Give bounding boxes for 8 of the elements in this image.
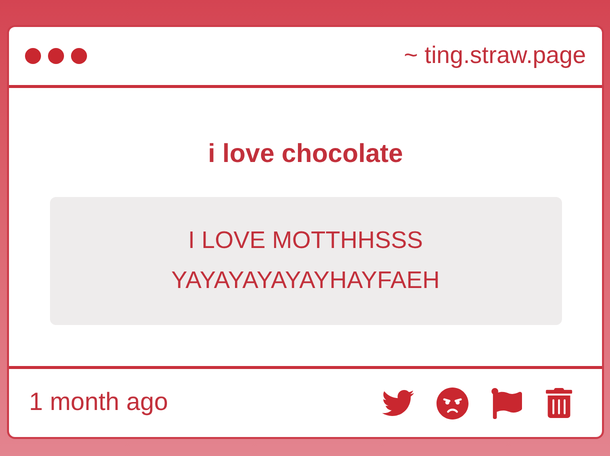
post-title: i love chocolate: [208, 137, 404, 170]
trash-icon[interactable]: [544, 388, 574, 418]
post-message: I LOVE MOTTHHSSS YAYAYAYAYAYHAYFAEH: [170, 226, 441, 296]
angry-face-icon[interactable]: [436, 386, 469, 420]
post-time: 1 month ago: [29, 387, 168, 418]
bird-icon[interactable]: [382, 387, 414, 419]
page-url: ~ ting.straw.page: [404, 41, 586, 71]
flag-icon[interactable]: [491, 388, 522, 418]
